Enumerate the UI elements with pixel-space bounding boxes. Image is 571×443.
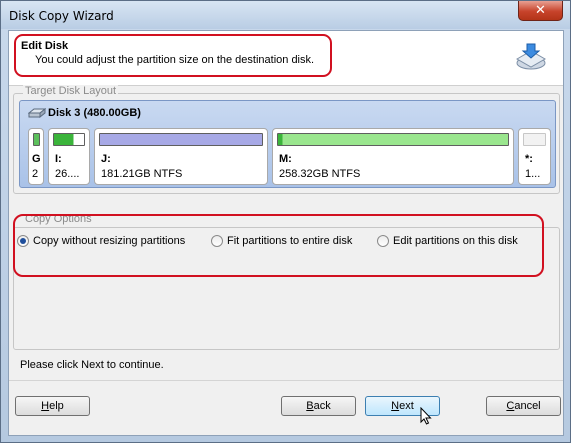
- window-title: Disk Copy Wizard: [9, 9, 114, 23]
- radio-indicator[interactable]: [377, 235, 389, 247]
- back-label: Back: [306, 400, 331, 412]
- radio-fit-partitions[interactable]: Fit partitions to entire disk: [211, 235, 352, 247]
- radio-copy-without-resizing[interactable]: Copy without resizing partitions: [17, 235, 185, 247]
- partition-g[interactable]: G 2: [28, 128, 44, 185]
- status-message: Please click Next to continue.: [20, 359, 164, 371]
- partition-usage-bar: [277, 133, 509, 146]
- partition-usage-bar: [523, 133, 546, 146]
- radio-edit-partitions[interactable]: Edit partitions on this disk: [377, 235, 518, 247]
- help-button[interactable]: Help: [15, 396, 90, 416]
- hard-disk-icon: [28, 108, 46, 118]
- partition-i[interactable]: I: 26....: [48, 128, 90, 185]
- disk-map[interactable]: Disk 3 (480.00GB) G 2 I: 26.... J: 181.2…: [19, 100, 556, 188]
- partition-usage-bar: [99, 133, 263, 146]
- partition-j[interactable]: J: 181.21GB NTFS: [94, 128, 268, 185]
- partition-label: *:: [525, 153, 533, 165]
- mouse-cursor-icon: [420, 407, 432, 425]
- disk-copy-icon: [515, 43, 547, 70]
- partition-label: G: [32, 153, 41, 165]
- target-disk-layout-label: Target Disk Layout: [23, 85, 119, 97]
- footer-divider: [9, 380, 563, 381]
- cancel-label: Cancel: [506, 400, 541, 412]
- partition-size: 258.32GB NTFS: [279, 168, 361, 180]
- radio-label: Fit partitions to entire disk: [227, 235, 353, 247]
- help-label: Help: [41, 400, 64, 412]
- cancel-button[interactable]: Cancel: [486, 396, 561, 416]
- disk-name: Disk 3 (480.00GB): [48, 107, 141, 119]
- partition-size: 181.21GB NTFS: [101, 168, 183, 180]
- partition-size: 2: [32, 168, 39, 180]
- partition-usage-bar: [53, 133, 85, 146]
- header-highlight-box: [14, 34, 332, 77]
- wizard-window: Disk Copy Wizard ✕ Edit Disk You could a…: [0, 0, 571, 443]
- radio-indicator[interactable]: [211, 235, 223, 247]
- partition-m[interactable]: M: 258.32GB NTFS: [272, 128, 514, 185]
- header-panel: Edit Disk You could adjust the partition…: [9, 31, 563, 86]
- partition-label: I:: [55, 153, 62, 165]
- partition-unallocated[interactable]: *: 1...: [518, 128, 551, 185]
- partition-label: J:: [101, 153, 111, 165]
- partition-size: 26....: [55, 168, 80, 180]
- dialog-body: Edit Disk You could adjust the partition…: [8, 30, 564, 436]
- back-button[interactable]: Back: [281, 396, 356, 416]
- title-bar[interactable]: Disk Copy Wizard ✕: [1, 1, 570, 29]
- next-label: Next: [391, 400, 414, 412]
- partition-label: M:: [279, 153, 292, 165]
- radio-label: Edit partitions on this disk: [393, 235, 518, 247]
- radio-label: Copy without resizing partitions: [33, 235, 186, 247]
- partition-size: 1...: [525, 168, 541, 180]
- close-button[interactable]: ✕: [518, 1, 563, 21]
- partition-usage-bar: [33, 133, 40, 146]
- radio-selected-indicator[interactable]: [17, 235, 29, 247]
